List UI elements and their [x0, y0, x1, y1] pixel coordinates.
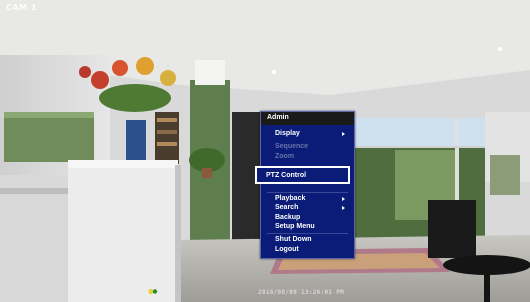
timestamp-overlay: 2016/08/08 13:26:01 PM: [258, 289, 345, 296]
submenu-arrow-icon: [342, 197, 345, 201]
menu-item-backup[interactable]: Backup: [275, 214, 300, 221]
menu-item-ptz-control[interactable]: PTZ Control: [266, 172, 306, 179]
submenu-arrow-icon: [342, 132, 345, 136]
menu-item-search[interactable]: Search: [275, 204, 298, 211]
menu-item-playback[interactable]: Playback: [275, 195, 305, 202]
menu-item-sequence: Sequence: [275, 143, 309, 150]
mouse-cursor-icon: [148, 288, 158, 295]
menu-title: Admin: [267, 114, 289, 121]
menu-item-zoom: Zoom: [275, 153, 295, 160]
dvr-live-view: CAM 1 2016/08/08 13:26:01 PM Admin Displ…: [0, 0, 530, 302]
menu-item-logout[interactable]: Logout: [275, 246, 299, 253]
menu-item-setup[interactable]: Setup Menu: [275, 223, 315, 230]
menu-item-shutdown[interactable]: Shut Down: [275, 236, 312, 243]
menu-item-display[interactable]: Display: [275, 130, 300, 137]
menu-title-bar: Admin: [261, 112, 354, 125]
menu-separator: [267, 233, 348, 234]
camera-label: CAM 1: [6, 3, 37, 12]
menu-separator: [267, 192, 348, 193]
submenu-arrow-icon: [342, 206, 345, 210]
admin-context-menu: Admin Display Sequence Zoom Playback Sea…: [260, 111, 355, 259]
